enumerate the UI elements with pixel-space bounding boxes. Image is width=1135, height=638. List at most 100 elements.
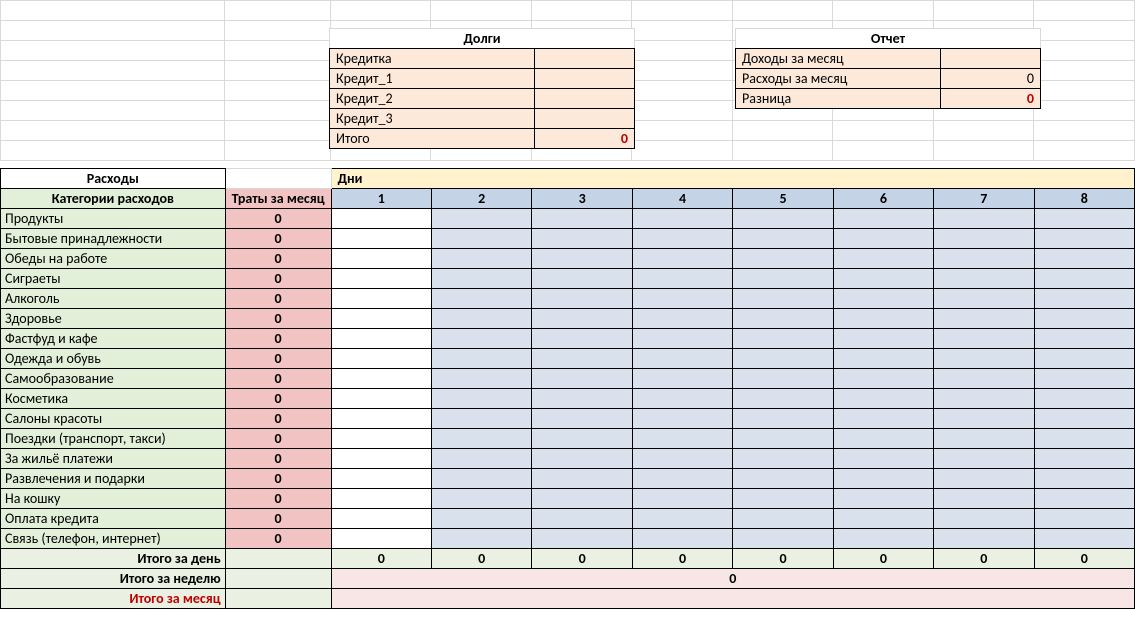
day-cell[interactable]	[1034, 269, 1134, 289]
day-cell[interactable]	[532, 489, 632, 509]
day-cell[interactable]	[331, 449, 431, 469]
debts-row-label[interactable]: Кредит_1	[330, 69, 535, 89]
day-cell[interactable]	[432, 269, 532, 289]
category-month-total[interactable]: 0	[225, 349, 331, 369]
day-cell[interactable]	[934, 429, 1034, 449]
category-label[interactable]: Алкоголь	[1, 289, 226, 309]
day-cell[interactable]	[331, 469, 431, 489]
category-label[interactable]: Салоны красоты	[1, 409, 226, 429]
day-cell[interactable]	[1034, 329, 1134, 349]
day-cell[interactable]	[733, 309, 833, 329]
day-cell[interactable]	[934, 229, 1034, 249]
day-cell[interactable]	[632, 229, 732, 249]
day-cell[interactable]	[632, 249, 732, 269]
day-cell[interactable]	[733, 269, 833, 289]
day-cell[interactable]	[833, 409, 933, 429]
category-month-total[interactable]: 0	[225, 489, 331, 509]
day-cell[interactable]	[331, 229, 431, 249]
day-cell[interactable]	[733, 489, 833, 509]
day-cell[interactable]	[733, 349, 833, 369]
category-month-total[interactable]: 0	[225, 509, 331, 529]
day-cell[interactable]	[733, 509, 833, 529]
category-month-total[interactable]: 0	[225, 249, 331, 269]
day-cell[interactable]	[331, 409, 431, 429]
day-cell[interactable]	[1034, 289, 1134, 309]
day-cell[interactable]	[432, 369, 532, 389]
day-cell[interactable]	[532, 249, 632, 269]
day-cell[interactable]	[331, 249, 431, 269]
day-cell[interactable]	[1034, 469, 1134, 489]
day-cell[interactable]	[833, 429, 933, 449]
debts-table[interactable]: Долги КредиткаКредит_1Кредит_2Кредит_3 И…	[329, 28, 635, 149]
day-cell[interactable]	[733, 329, 833, 349]
month-total-month-cell[interactable]	[225, 589, 331, 609]
day-cell[interactable]	[934, 509, 1034, 529]
day-cell[interactable]	[331, 349, 431, 369]
report-row-label[interactable]: Доходы за месяц	[736, 49, 941, 69]
day-cell[interactable]	[833, 269, 933, 289]
category-month-total[interactable]: 0	[225, 529, 331, 549]
category-label[interactable]: Здоровье	[1, 309, 226, 329]
day-cell[interactable]	[1034, 409, 1134, 429]
day-cell[interactable]	[833, 529, 933, 549]
day-cell[interactable]	[1034, 389, 1134, 409]
day-total-value[interactable]: 0	[733, 549, 833, 569]
week-total-value[interactable]: 0	[331, 569, 1134, 589]
day-cell[interactable]	[934, 209, 1034, 229]
day-cell[interactable]	[432, 409, 532, 429]
day-cell[interactable]	[733, 449, 833, 469]
day-cell[interactable]	[331, 429, 431, 449]
day-cell[interactable]	[1034, 369, 1134, 389]
day-cell[interactable]	[632, 329, 732, 349]
day-cell[interactable]	[733, 229, 833, 249]
debts-row-value[interactable]	[535, 49, 635, 69]
day-cell[interactable]	[833, 329, 933, 349]
day-cell[interactable]	[1034, 309, 1134, 329]
blank-cell[interactable]	[225, 169, 331, 189]
day-cell[interactable]	[632, 509, 732, 529]
day-cell[interactable]	[934, 309, 1034, 329]
day-cell[interactable]	[432, 429, 532, 449]
day-cell[interactable]	[733, 389, 833, 409]
day-cell[interactable]	[632, 489, 732, 509]
day-cell[interactable]	[833, 229, 933, 249]
day-cell[interactable]	[733, 369, 833, 389]
category-month-total[interactable]: 0	[225, 309, 331, 329]
report-table[interactable]: Отчет Доходы за месяцРасходы за месяц0Ра…	[735, 28, 1041, 109]
category-month-total[interactable]: 0	[225, 209, 331, 229]
day-cell[interactable]	[331, 269, 431, 289]
day-cell[interactable]	[934, 329, 1034, 349]
day-cell[interactable]	[733, 469, 833, 489]
day-total-value[interactable]: 0	[1034, 549, 1134, 569]
day-cell[interactable]	[833, 469, 933, 489]
day-total-value[interactable]: 0	[532, 549, 632, 569]
day-cell[interactable]	[733, 249, 833, 269]
report-row-value[interactable]: 0	[941, 69, 1041, 89]
day-cell[interactable]	[532, 429, 632, 449]
day-cell[interactable]	[532, 329, 632, 349]
day-cell[interactable]	[632, 369, 732, 389]
day-cell[interactable]	[833, 369, 933, 389]
day-cell[interactable]	[432, 489, 532, 509]
report-row-value[interactable]: 0	[941, 89, 1041, 109]
day-total-value[interactable]: 0	[934, 549, 1034, 569]
category-month-total[interactable]: 0	[225, 369, 331, 389]
day-cell[interactable]	[632, 209, 732, 229]
day-cell[interactable]	[934, 449, 1034, 469]
category-month-total[interactable]: 0	[225, 269, 331, 289]
day-cell[interactable]	[833, 489, 933, 509]
day-cell[interactable]	[331, 369, 431, 389]
category-label[interactable]: Бытовые принадлежности	[1, 229, 226, 249]
day-cell[interactable]	[532, 349, 632, 369]
day-cell[interactable]	[331, 209, 431, 229]
day-cell[interactable]	[1034, 429, 1134, 449]
expenses-table[interactable]: Расходы Дни Категории расходов Траты за …	[0, 168, 1135, 609]
day-cell[interactable]	[1034, 509, 1134, 529]
day-cell[interactable]	[532, 269, 632, 289]
day-cell[interactable]	[733, 289, 833, 309]
day-cell[interactable]	[532, 509, 632, 529]
day-cell[interactable]	[432, 229, 532, 249]
day-cell[interactable]	[532, 309, 632, 329]
day-cell[interactable]	[1034, 229, 1134, 249]
day-cell[interactable]	[632, 309, 732, 329]
